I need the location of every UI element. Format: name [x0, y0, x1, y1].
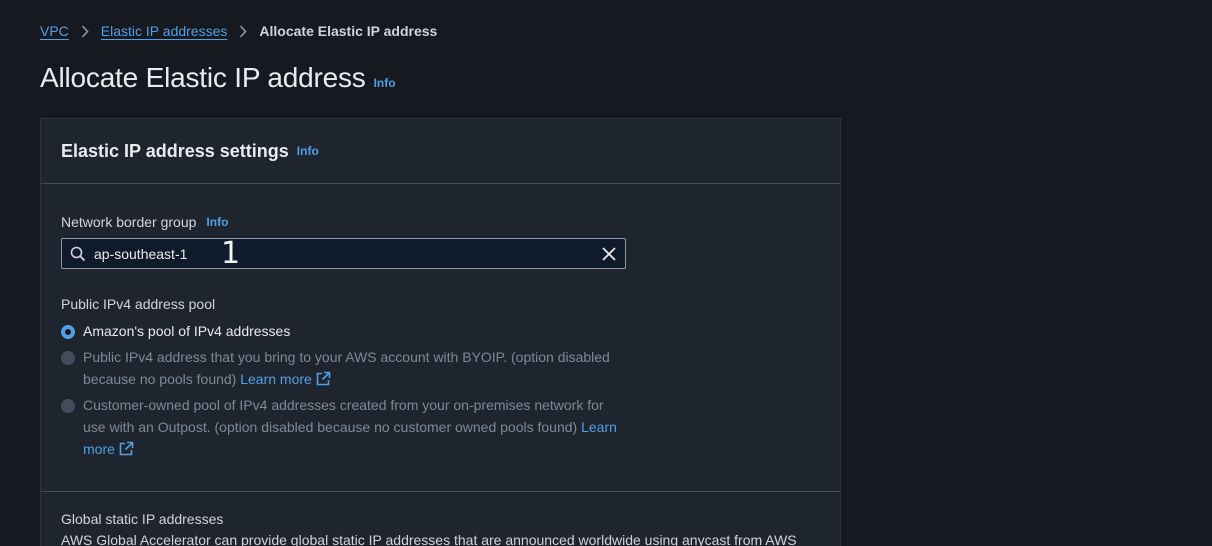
- radio-option-byoip: Public IPv4 address that you bring to yo…: [61, 348, 628, 390]
- elastic-ip-settings-panel: Elastic IP address settings Info Network…: [40, 118, 841, 546]
- radio-button-disabled: [61, 351, 75, 365]
- radio-label-customer-owned: Customer-owned pool of IPv4 addresses cr…: [83, 397, 604, 435]
- chevron-right-icon: [227, 24, 259, 38]
- external-link-icon: [119, 440, 134, 456]
- chevron-right-icon: [69, 24, 101, 38]
- close-icon[interactable]: [601, 246, 617, 262]
- network-border-group-label: Network border group: [61, 214, 197, 230]
- annotation-marker: 1: [221, 236, 241, 271]
- page-info-link[interactable]: Info: [374, 76, 396, 90]
- search-icon: [70, 246, 86, 262]
- page: VPC Elastic IP addresses Allocate Elasti…: [0, 0, 1212, 546]
- panel-info-link[interactable]: Info: [297, 144, 319, 158]
- radio-option-customer-owned: Customer-owned pool of IPv4 addresses cr…: [61, 396, 628, 460]
- radio-label-customer-owned-wrap: Customer-owned pool of IPv4 addresses cr…: [83, 394, 628, 460]
- external-link-icon: [316, 370, 331, 386]
- radio-button-selected[interactable]: [61, 325, 75, 339]
- breadcrumb-link-vpc[interactable]: VPC: [40, 23, 69, 39]
- learn-more-text: Learn more: [240, 371, 312, 387]
- page-title: Allocate Elastic IP address: [40, 62, 366, 93]
- panel-header: Elastic IP address settings Info: [41, 119, 840, 184]
- radio-option-amazon-pool[interactable]: Amazon's pool of IPv4 addresses: [61, 322, 628, 342]
- page-header: Allocate Elastic IP address Info: [40, 62, 396, 94]
- learn-more-link-byoip[interactable]: Learn more: [240, 371, 331, 387]
- network-border-group-label-wrap: Network border group Info: [61, 214, 228, 230]
- network-border-group-info-link[interactable]: Info: [206, 215, 228, 229]
- breadcrumb-link-elastic-ip-addresses[interactable]: Elastic IP addresses: [101, 23, 228, 39]
- radio-button-disabled: [61, 399, 75, 413]
- panel-title: Elastic IP address settings: [61, 140, 289, 161]
- ipv4-pool-label: Public IPv4 address pool: [61, 296, 216, 312]
- section-divider: [41, 491, 840, 492]
- global-static-ip-title: Global static IP addresses: [61, 511, 224, 527]
- network-border-group-input[interactable]: [94, 243, 601, 264]
- global-static-ip-description: AWS Global Accelerator can provide globa…: [61, 532, 797, 546]
- breadcrumb-current: Allocate Elastic IP address: [259, 23, 438, 39]
- radio-label-byoip-wrap: Public IPv4 address that you bring to yo…: [83, 346, 628, 390]
- breadcrumb: VPC Elastic IP addresses Allocate Elasti…: [40, 21, 437, 41]
- network-border-group-search[interactable]: [61, 238, 626, 269]
- radio-label-byoip: Public IPv4 address that you bring to yo…: [83, 349, 610, 387]
- network-border-group-label-row: Network border group Info: [61, 214, 228, 230]
- radio-label-amazon-pool: Amazon's pool of IPv4 addresses: [83, 323, 291, 339]
